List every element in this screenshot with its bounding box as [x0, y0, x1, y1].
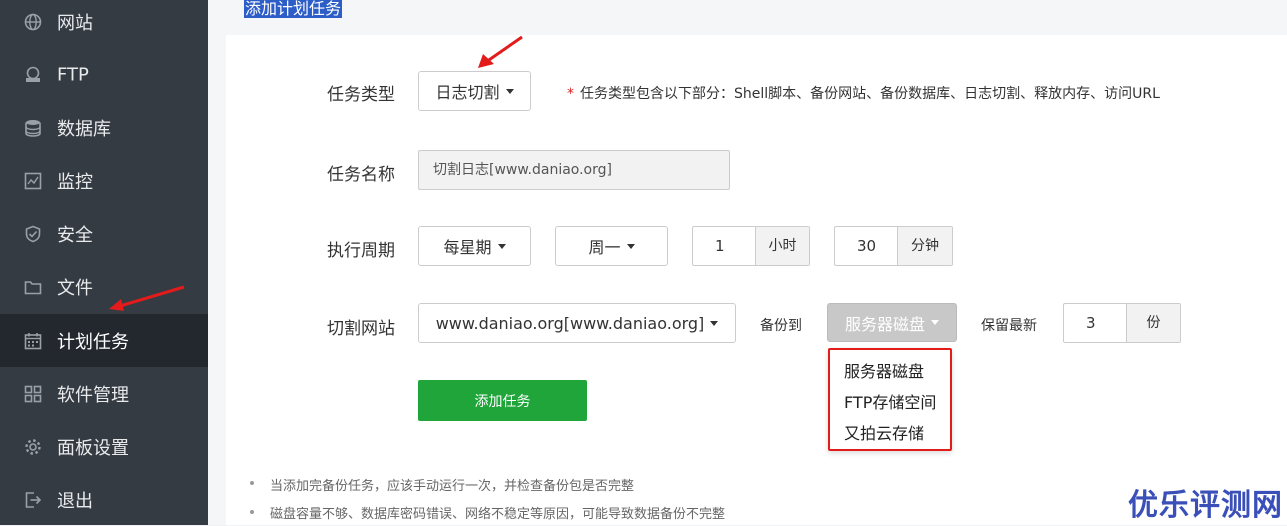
caret-down-icon — [710, 320, 719, 326]
sidebar-item-monitor[interactable]: 监控 — [0, 154, 208, 207]
sidebar-item-label: 数据库 — [57, 118, 111, 140]
sidebar-item-logout[interactable]: 退出 — [0, 473, 208, 526]
weekday-value: 周一 — [588, 238, 621, 257]
sidebar: 网站 FTP 数据库 监控 安全 文件 计划任务 软件管理 面板设置 退出 — [0, 0, 208, 525]
hour-unit: 小时 — [756, 227, 809, 265]
caret-down-icon — [497, 243, 506, 249]
sidebar-item-label: 退出 — [57, 490, 93, 512]
add-task-button[interactable]: 添加任务 — [418, 380, 587, 421]
site-value: www.daniao.org[www.daniao.org] — [435, 313, 705, 333]
sidebar-item-label: 监控 — [57, 171, 93, 193]
hour-group: 1 小时 — [692, 226, 810, 266]
task-type-label: 任务类型 — [327, 85, 395, 105]
site-select[interactable]: www.daniao.org[www.daniao.org] — [418, 303, 736, 343]
ftp-icon — [26, 66, 40, 82]
task-name-input[interactable]: 切割日志[www.daniao.org] — [418, 150, 730, 190]
backup-destination-dropdown: 服务器磁盘 FTP存储空间 又拍云存储 — [828, 348, 952, 451]
keep-label: 保留最新 — [981, 318, 1037, 334]
backup-destination-select[interactable]: 服务器磁盘 — [827, 303, 957, 342]
bullet — [250, 510, 254, 514]
form-panel — [226, 35, 1287, 525]
caret-down-icon — [931, 320, 939, 325]
task-name-label: 任务名称 — [327, 165, 395, 185]
task-type-value: 日志切割 — [435, 83, 500, 102]
sidebar-item-cron[interactable]: 计划任务 — [0, 314, 208, 367]
keep-group: 3 份 — [1063, 303, 1181, 343]
cycle-label: 执行周期 — [327, 241, 395, 261]
sidebar-item-security[interactable]: 安全 — [0, 207, 208, 260]
weekday-select[interactable]: 周一 — [555, 226, 668, 266]
sidebar-item-label: FTP — [57, 64, 89, 85]
calendar-icon — [24, 332, 42, 349]
cycle-select[interactable]: 每星期 — [418, 226, 531, 266]
task-type-select[interactable]: 日志切割 — [418, 71, 531, 111]
site-label: 切割网站 — [327, 319, 395, 339]
note-item: 当添加完备份任务，应该手动运行一次，并检查备份包是否完整 — [270, 479, 635, 494]
sidebar-item-ftp[interactable]: FTP — [0, 48, 208, 101]
keep-unit: 份 — [1127, 304, 1180, 342]
monitor-icon — [24, 172, 42, 189]
sidebar-item-label: 文件 — [57, 277, 93, 299]
dropdown-option-upyun[interactable]: 又拍云存储 — [844, 420, 924, 444]
apps-icon — [24, 385, 42, 402]
sidebar-item-label: 安全 — [57, 224, 93, 246]
gear-icon — [25, 438, 41, 455]
minute-input[interactable]: 30 — [835, 227, 898, 265]
sidebar-item-label: 面板设置 — [57, 437, 129, 459]
caret-down-icon — [505, 88, 514, 94]
minute-group: 30 分钟 — [834, 226, 953, 266]
sidebar-item-software[interactable]: 软件管理 — [0, 367, 208, 420]
folder-icon — [24, 280, 42, 294]
minute-unit: 分钟 — [898, 227, 952, 265]
backup-destination-value: 服务器磁盘 — [844, 314, 925, 334]
sidebar-item-settings[interactable]: 面板设置 — [0, 420, 208, 473]
dropdown-option-server-disk[interactable]: 服务器磁盘 — [844, 358, 924, 382]
sidebar-item-label: 软件管理 — [57, 384, 129, 406]
cycle-value: 每星期 — [443, 238, 492, 257]
sidebar-item-database[interactable]: 数据库 — [0, 101, 208, 154]
watermark: 优乐评测网 — [1128, 488, 1283, 523]
required-star: * — [567, 86, 574, 102]
note-item: 磁盘容量不够、数据库密码错误、网络不稳定等原因，可能导致数据备份不完整 — [270, 507, 726, 522]
dropdown-option-ftp[interactable]: FTP存储空间 — [844, 389, 936, 413]
annotation-arrow-icon — [109, 285, 185, 311]
keep-input[interactable]: 3 — [1064, 304, 1127, 342]
page-title: 添加计划任务 — [244, 0, 343, 18]
logout-icon — [25, 491, 42, 508]
database-icon — [25, 119, 41, 137]
bullet — [250, 481, 254, 485]
shield-icon — [25, 225, 41, 242]
hour-input[interactable]: 1 — [693, 227, 756, 265]
sidebar-item-label: 网站 — [57, 12, 93, 34]
task-type-hint-text: 任务类型包含以下部分：Shell脚本、备份网站、备份数据库、日志切割、释放内存、… — [580, 86, 1160, 102]
caret-down-icon — [626, 243, 635, 249]
sidebar-item-website[interactable]: 网站 — [0, 0, 208, 48]
backup-to-label: 备份到 — [760, 318, 802, 334]
task-type-hint: * 任务类型包含以下部分：Shell脚本、备份网站、备份数据库、日志切割、释放内存… — [567, 83, 1160, 103]
annotation-arrow-icon — [478, 35, 523, 68]
sidebar-item-label: 计划任务 — [57, 331, 129, 353]
globe-icon — [24, 13, 42, 30]
